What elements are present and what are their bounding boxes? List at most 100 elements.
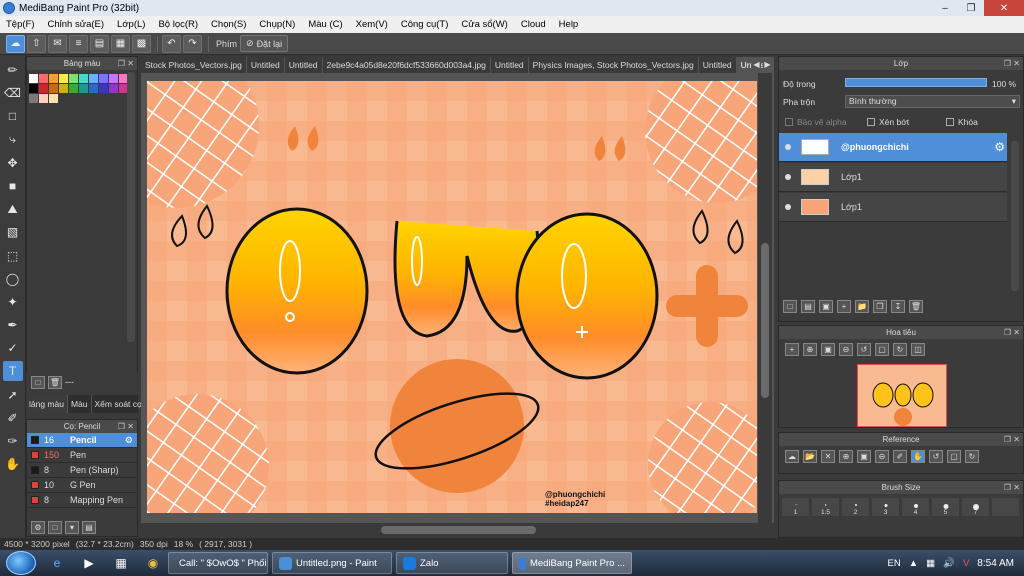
color-swatch[interactable] [59, 74, 68, 83]
chevron-left-icon[interactable]: ◀ [752, 57, 761, 71]
taskbar-item[interactable]: Call: " $OwO$ " Phối... [168, 552, 268, 574]
bucket-tool-icon[interactable]: ⛰ [3, 199, 23, 219]
panel-window-icons[interactable]: ❐ ✕ [1004, 326, 1020, 339]
menu-help[interactable]: Help [559, 19, 579, 30]
canvas-horizontal-scrollbar[interactable] [141, 523, 774, 537]
flip-icon[interactable]: ◫ [911, 343, 925, 356]
hand-icon[interactable]: ✋ [911, 450, 925, 463]
layers-scrollbar[interactable] [1011, 141, 1019, 291]
brush-size-option[interactable]: 1.5 [811, 497, 840, 517]
color-swatch[interactable] [39, 94, 48, 103]
doc-tab[interactable]: Untitled [285, 57, 323, 73]
color-swatch[interactable] [99, 74, 108, 83]
close-button[interactable]: ✕ [984, 0, 1024, 16]
new-swatch-icon[interactable]: □ [31, 375, 45, 389]
restore-button[interactable]: ❐ [958, 0, 984, 16]
brush-item[interactable]: 150 Pen [27, 448, 137, 463]
show-hidden-icons[interactable]: ▲ [909, 558, 918, 569]
tab-palette[interactable]: lảng màu [26, 395, 68, 413]
rotate-left-icon[interactable]: ↺ [929, 450, 943, 463]
rotate-right-icon[interactable]: ↻ [893, 343, 907, 356]
taskbar-item[interactable]: Zalo [396, 552, 508, 574]
start-button[interactable] [6, 551, 36, 575]
layer-row[interactable]: Lớp1 [779, 163, 1007, 192]
layer-row[interactable]: Lớp1 [779, 193, 1007, 222]
taskbar-clock[interactable]: 8:54 AM [977, 558, 1014, 569]
rotate-right-icon[interactable]: ↻ [965, 450, 979, 463]
lasso-tool-icon[interactable]: ◯ [3, 269, 23, 289]
color-swatch[interactable] [39, 84, 48, 93]
close-reference-icon[interactable]: ✕ [821, 450, 835, 463]
open-folder-icon[interactable]: 📂 [803, 450, 817, 463]
color-swatch[interactable] [99, 84, 108, 93]
clipping-checkbox[interactable] [867, 118, 875, 126]
brush-settings-icon[interactable]: ▤ [82, 521, 96, 534]
minimize-button[interactable]: – [932, 0, 958, 16]
menu-window[interactable]: Cửa sổ(W) [461, 19, 507, 30]
zoom-out-icon[interactable]: ⊖ [875, 450, 889, 463]
new-layer-icon[interactable]: □ [783, 300, 797, 313]
canvas-vertical-scrollbar[interactable] [758, 73, 772, 523]
eyedropper-icon[interactable]: ✐ [893, 450, 907, 463]
layer-row[interactable]: @phuongchichi ⚙ [779, 133, 1007, 162]
menu-view[interactable]: Xem(V) [356, 19, 388, 30]
menu-cloud[interactable]: Cloud [521, 19, 546, 30]
document-icon[interactable]: ▤ [90, 34, 109, 53]
doc-tab[interactable]: 2ebe9c4a05d8e20f6dcf533660d003a4.jpg [323, 57, 491, 73]
select-eraser-tool-icon[interactable]: ✓ [3, 338, 23, 358]
menu-edit[interactable]: Chỉnh sửa(E) [48, 19, 105, 30]
canvas-area[interactable]: @phuongchichi #heidap247 [141, 73, 774, 523]
select-pen-tool-icon[interactable]: ✒ [3, 315, 23, 335]
panel-window-icons[interactable]: ❐ ✕ [118, 57, 134, 70]
color-swatch[interactable] [29, 84, 38, 93]
scroll-thumb[interactable] [761, 243, 769, 398]
taskbar-item[interactable]: Untitled.png - Paint [272, 552, 392, 574]
menu-layer[interactable]: Lớp(L) [117, 19, 145, 30]
lock-checkbox[interactable] [946, 118, 954, 126]
visibility-icon[interactable] [785, 174, 791, 180]
color-swatch[interactable] [59, 84, 68, 93]
doc-tab[interactable]: Untitled [699, 57, 737, 73]
antivirus-icon[interactable]: V [963, 558, 969, 569]
menu-file[interactable]: Tệp(F) [6, 19, 35, 30]
grid-settings-icon[interactable]: ▦ [111, 34, 130, 53]
visibility-icon[interactable] [785, 144, 791, 150]
zoom-in-icon[interactable]: ⊕ [839, 450, 853, 463]
operation-tool-icon[interactable]: ➚ [3, 385, 23, 405]
color-swatch[interactable] [79, 84, 88, 93]
brush-item[interactable]: 10 G Pen [27, 478, 137, 493]
select-rect-tool-icon[interactable]: ⬚ [3, 246, 23, 266]
navigator-preview[interactable] [857, 364, 947, 427]
media-player-icon[interactable]: ▶ [78, 553, 100, 573]
gradient-tool-icon[interactable]: ▧ [3, 222, 23, 242]
doc-tab[interactable]: Untitled [247, 57, 285, 73]
color-swatch[interactable] [29, 74, 38, 83]
dot-brush-tool-icon[interactable]: ⤷ [3, 130, 23, 150]
tab-color[interactable]: Màu [68, 395, 92, 413]
brush-size-option[interactable]: 3 [871, 497, 900, 517]
eraser-tool-icon[interactable]: ⌫ [3, 83, 23, 103]
doc-tab[interactable]: Untitled [491, 57, 529, 73]
menu-snap[interactable]: Chụp(N) [259, 19, 295, 30]
merge-layer-icon[interactable]: ↧ [891, 300, 905, 313]
doc-tab[interactable]: Stock Photos_Vectors.jpg [141, 57, 247, 73]
panel-window-icons[interactable]: ❐ ✕ [118, 420, 134, 433]
brush-size-option[interactable]: 1 [781, 497, 810, 517]
delete-layer-icon[interactable]: 🗑 [909, 300, 923, 313]
brush-size-option[interactable]: 7 [961, 497, 990, 517]
color-swatch[interactable] [29, 94, 38, 103]
folder-icon[interactable]: 📁 [855, 300, 869, 313]
fit-icon[interactable]: ▣ [821, 343, 835, 356]
brush-item[interactable]: 8 Pen (Sharp) [27, 463, 137, 478]
rectangle-tool-icon[interactable]: □ [3, 106, 23, 126]
doc-tab[interactable]: Physics Images, Stock Photos_Vectors.jpg [529, 57, 699, 73]
color-swatch[interactable] [89, 84, 98, 93]
rotate-left-icon[interactable]: ↺ [857, 343, 871, 356]
zoom-out-icon[interactable]: ⊖ [839, 343, 853, 356]
gear-icon[interactable]: ⚙ [994, 140, 1005, 154]
color-swatch[interactable] [89, 74, 98, 83]
fit-icon[interactable]: ▣ [857, 450, 871, 463]
share-icon[interactable]: ⇧ [27, 34, 46, 53]
menu-select[interactable]: Chọn(S) [211, 19, 246, 30]
new-brush-icon[interactable]: □ [48, 521, 62, 534]
